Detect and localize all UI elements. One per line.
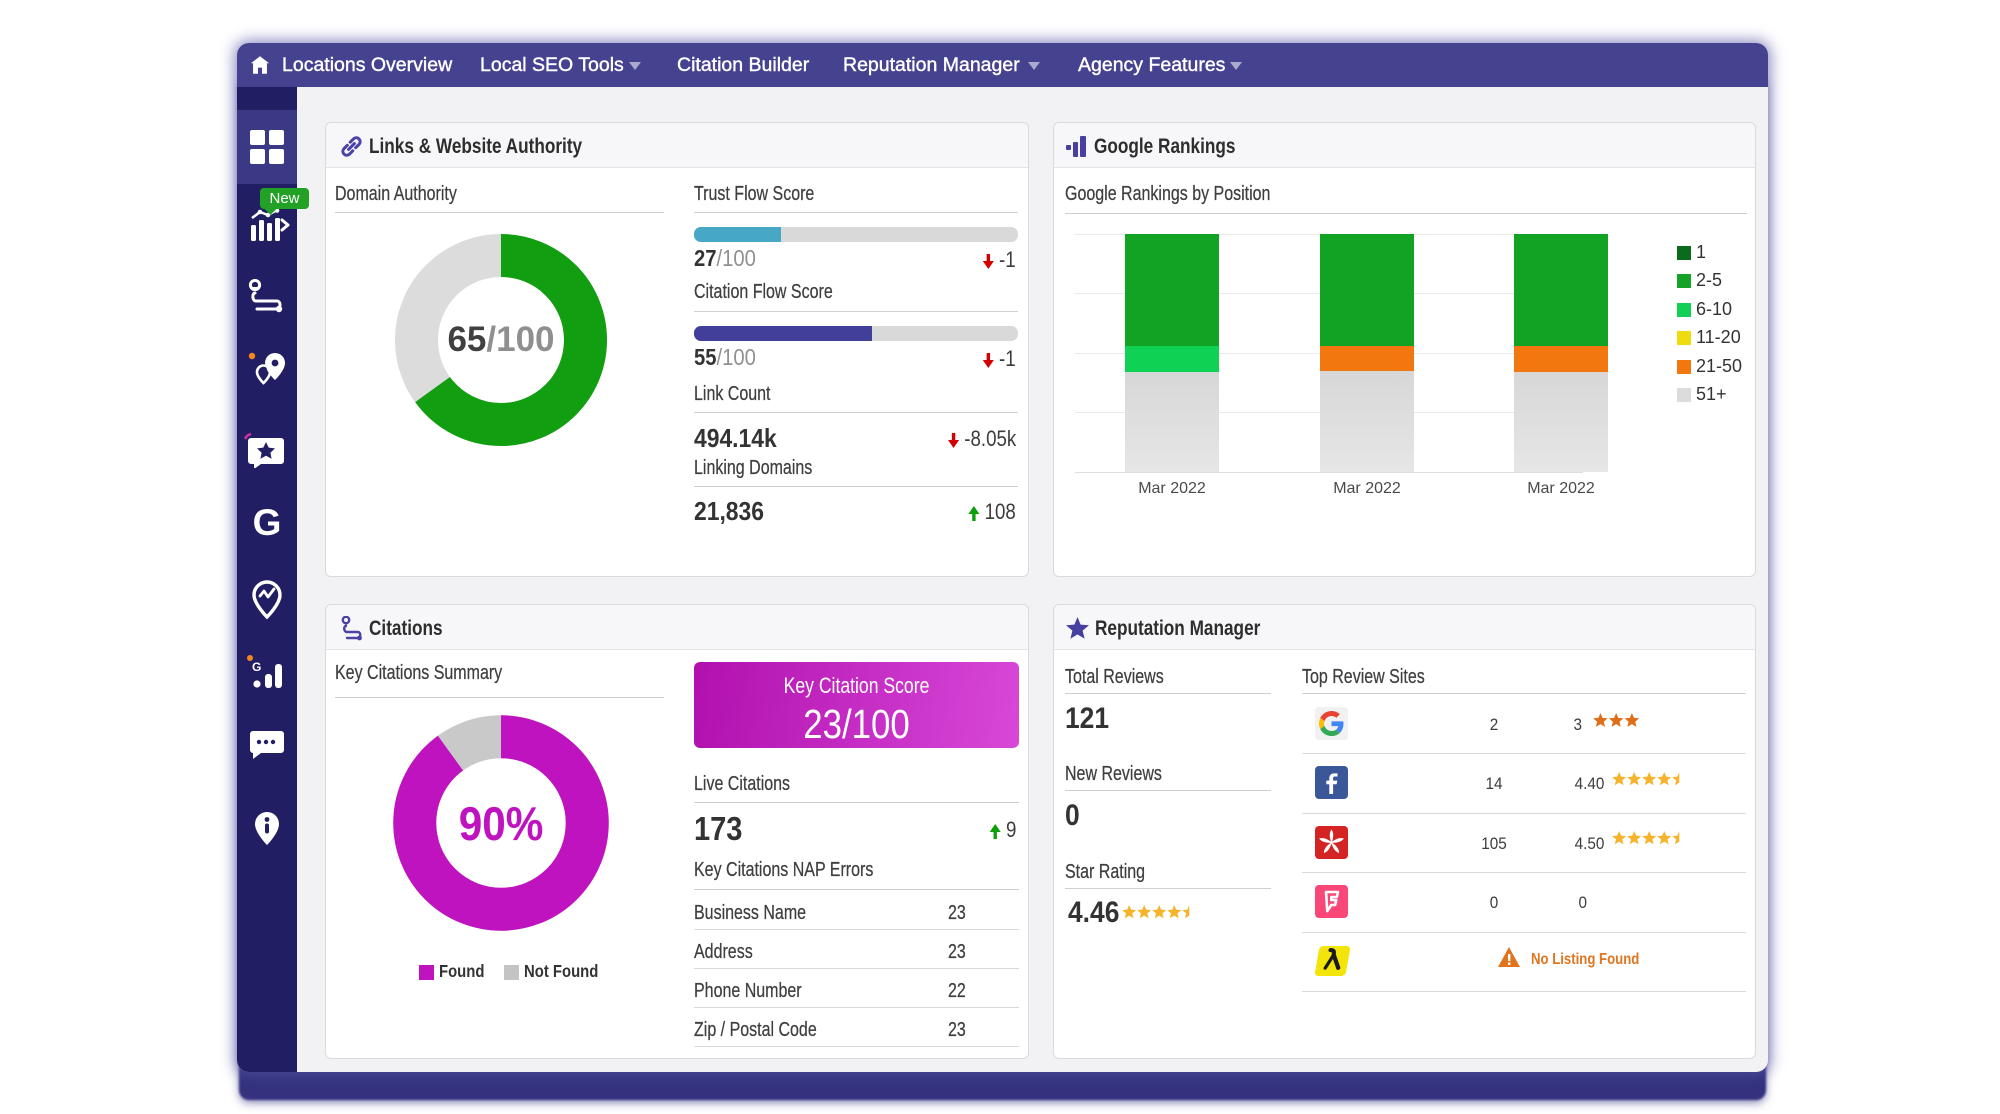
svg-text:G: G xyxy=(252,660,261,674)
